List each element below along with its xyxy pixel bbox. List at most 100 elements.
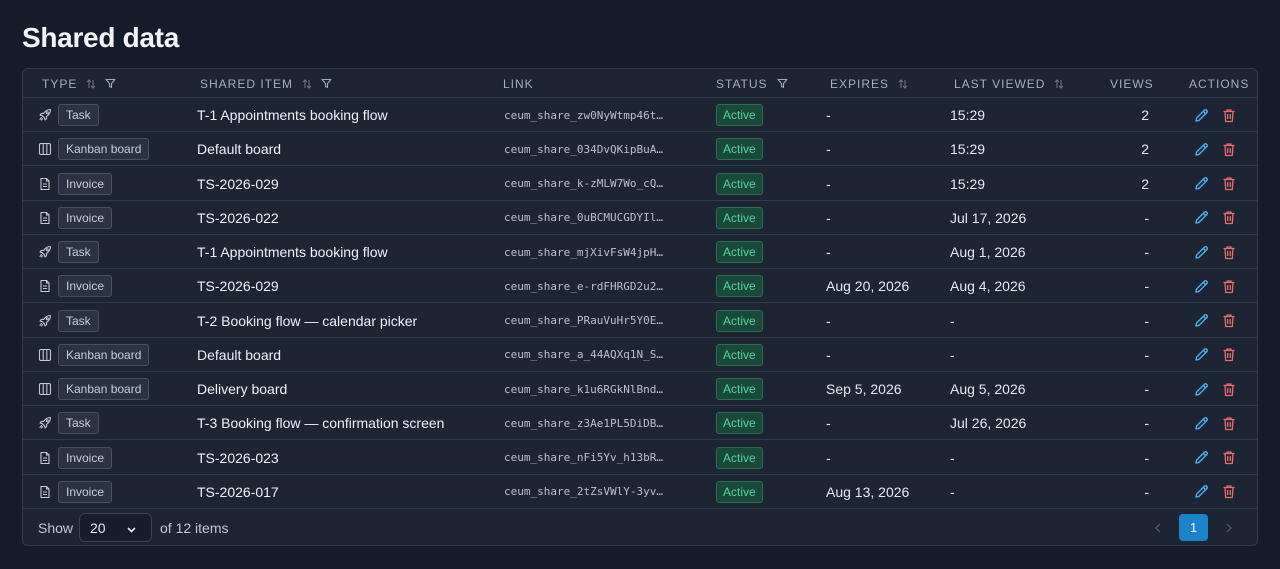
- last-viewed-value: -: [950, 483, 955, 500]
- filter-icon[interactable]: [105, 78, 116, 89]
- last-viewed-value: Aug 1, 2026: [950, 244, 1026, 260]
- views-value: -: [1144, 415, 1149, 432]
- delete-icon[interactable]: [1220, 346, 1238, 364]
- column-actions: ACTIONS: [1189, 69, 1249, 98]
- delete-icon[interactable]: [1220, 277, 1238, 295]
- shared-item-title[interactable]: T-1 Appointments booking flow: [197, 107, 388, 123]
- page-1-button[interactable]: 1: [1179, 514, 1208, 541]
- share-link[interactable]: ceum_share_PRauVuHr5Y0E…: [504, 314, 663, 327]
- expires-value: -: [826, 415, 831, 432]
- edit-icon[interactable]: [1192, 209, 1210, 227]
- edit-icon[interactable]: [1192, 243, 1210, 261]
- edit-icon[interactable]: [1192, 380, 1210, 398]
- last-viewed-cell: -: [950, 304, 955, 338]
- share-link[interactable]: ceum_share_k-zMLW7Wo_cQ…: [504, 177, 663, 190]
- sort-icon[interactable]: [86, 78, 96, 89]
- share-link[interactable]: ceum_share_zw0NyWtmp46t…: [504, 109, 663, 122]
- expires-cell: Sep 5, 2026: [826, 372, 902, 406]
- table-row[interactable]: Invoice TS-2026-029 ceum_share_e-rdFHRGD2u…: [23, 269, 1257, 304]
- shared-item-title[interactable]: TS-2026-023: [197, 450, 279, 466]
- sort-icon[interactable]: [302, 78, 312, 89]
- status-cell: Active: [716, 475, 763, 509]
- table-row[interactable]: Kanban board Default board ceum_share_034D…: [23, 132, 1257, 167]
- delete-icon[interactable]: [1220, 483, 1238, 501]
- expires-cell: -: [826, 167, 831, 201]
- share-link[interactable]: ceum_share_e-rdFHRGD2u2…: [504, 280, 663, 293]
- column-link-label: LINK: [503, 76, 534, 91]
- item-count: of 12 items: [160, 520, 229, 536]
- shared-item-title[interactable]: Default board: [197, 141, 281, 157]
- shared-item-title[interactable]: T-3 Booking flow — confirmation screen: [197, 415, 444, 431]
- next-page-button[interactable]: [1215, 514, 1243, 541]
- previous-page-button[interactable]: [1144, 514, 1172, 541]
- shared-item-title[interactable]: TS-2026-029: [197, 278, 279, 294]
- delete-icon[interactable]: [1220, 243, 1238, 261]
- shared-item-cell: Default board: [197, 338, 281, 372]
- edit-icon[interactable]: [1192, 175, 1210, 193]
- status-cell: Active: [716, 167, 763, 201]
- column-last-viewed: LAST VIEWED: [954, 69, 1064, 98]
- expires-value: -: [826, 141, 831, 158]
- delete-icon[interactable]: [1220, 380, 1238, 398]
- filter-icon[interactable]: [321, 78, 332, 89]
- views-cell: -: [1083, 338, 1149, 372]
- table-row[interactable]: Task T-2 Booking flow — calendar picker ce…: [23, 304, 1257, 338]
- shared-item-title[interactable]: TS-2026-017: [197, 484, 279, 500]
- share-link[interactable]: ceum_share_a_44AQXq1N_S…: [504, 348, 663, 361]
- edit-icon[interactable]: [1192, 449, 1210, 467]
- table-row[interactable]: Invoice TS-2026-023 ceum_share_nFi5Yv_h13b…: [23, 441, 1257, 475]
- edit-icon[interactable]: [1192, 277, 1210, 295]
- table-row[interactable]: Invoice TS-2026-017 ceum_share_2tZsVWlY-3y…: [23, 475, 1257, 509]
- filter-icon[interactable]: [777, 78, 788, 89]
- delete-icon[interactable]: [1220, 106, 1238, 124]
- shared-item-title[interactable]: TS-2026-029: [197, 176, 279, 192]
- column-status-label: STATUS: [716, 76, 768, 91]
- type-cell: Task: [38, 406, 99, 440]
- views-cell: 2: [1083, 132, 1149, 166]
- page-size-select[interactable]: 20: [79, 513, 152, 542]
- last-viewed-cell: -: [950, 441, 955, 475]
- table-row[interactable]: Kanban board Delivery board ceum_share_k1u…: [23, 372, 1257, 407]
- delete-icon[interactable]: [1220, 209, 1238, 227]
- delete-icon[interactable]: [1220, 449, 1238, 467]
- shared-item-title[interactable]: TS-2026-022: [197, 210, 279, 226]
- table-row[interactable]: Invoice TS-2026-029 ceum_share_k-zMLW7Wo_c…: [23, 167, 1257, 201]
- share-link[interactable]: ceum_share_nFi5Yv_h13bR…: [504, 451, 663, 464]
- type-badge: Invoice: [58, 275, 113, 298]
- link-cell: ceum_share_z3Ae1PL5DiDB…: [504, 406, 663, 440]
- document-icon: [38, 485, 52, 499]
- delete-icon[interactable]: [1220, 312, 1238, 330]
- shared-item-title[interactable]: Default board: [197, 347, 281, 363]
- table-row[interactable]: Task T-3 Booking flow — confirmation scre…: [23, 406, 1257, 441]
- column-type-label: TYPE: [42, 76, 78, 91]
- delete-icon[interactable]: [1220, 414, 1238, 432]
- sort-icon[interactable]: [1054, 78, 1064, 89]
- share-link[interactable]: ceum_share_034DvQKipBuA…: [504, 143, 663, 156]
- views-value: 2: [1141, 175, 1149, 192]
- shared-item-title[interactable]: Delivery board: [197, 381, 287, 397]
- table-row[interactable]: Kanban board Default board ceum_share_a_44…: [23, 338, 1257, 372]
- share-link[interactable]: ceum_share_k1u6RGkNlBnd…: [504, 383, 663, 396]
- table-row[interactable]: Task T-1 Appointments booking flow ceum_sh…: [23, 98, 1257, 133]
- sort-icon[interactable]: [898, 78, 908, 89]
- edit-icon[interactable]: [1192, 346, 1210, 364]
- shared-item-title[interactable]: T-1 Appointments booking flow: [197, 244, 388, 260]
- chevron-left-icon: [1155, 523, 1161, 532]
- share-link[interactable]: ceum_share_mjXivFsW4jpH…: [504, 246, 663, 259]
- expires-value: -: [826, 244, 831, 260]
- share-link[interactable]: ceum_share_0uBCMUCGDYIl…: [504, 211, 663, 224]
- delete-icon[interactable]: [1220, 175, 1238, 193]
- edit-icon[interactable]: [1192, 140, 1210, 158]
- table-row[interactable]: Invoice TS-2026-022 ceum_share_0uBCMUCGDYI…: [23, 201, 1257, 235]
- expires-value: Sep 5, 2026: [826, 381, 902, 397]
- edit-icon[interactable]: [1192, 312, 1210, 330]
- share-link[interactable]: ceum_share_2tZsVWlY-3yv…: [504, 485, 663, 498]
- edit-icon[interactable]: [1192, 106, 1210, 124]
- share-link[interactable]: ceum_share_z3Ae1PL5DiDB…: [504, 417, 663, 430]
- edit-icon[interactable]: [1192, 414, 1210, 432]
- actions-cell: [1192, 235, 1238, 269]
- delete-icon[interactable]: [1220, 140, 1238, 158]
- table-row[interactable]: Task T-1 Appointments booking flow ceum_sh…: [23, 235, 1257, 270]
- shared-item-title[interactable]: T-2 Booking flow — calendar picker: [197, 313, 417, 329]
- edit-icon[interactable]: [1192, 483, 1210, 501]
